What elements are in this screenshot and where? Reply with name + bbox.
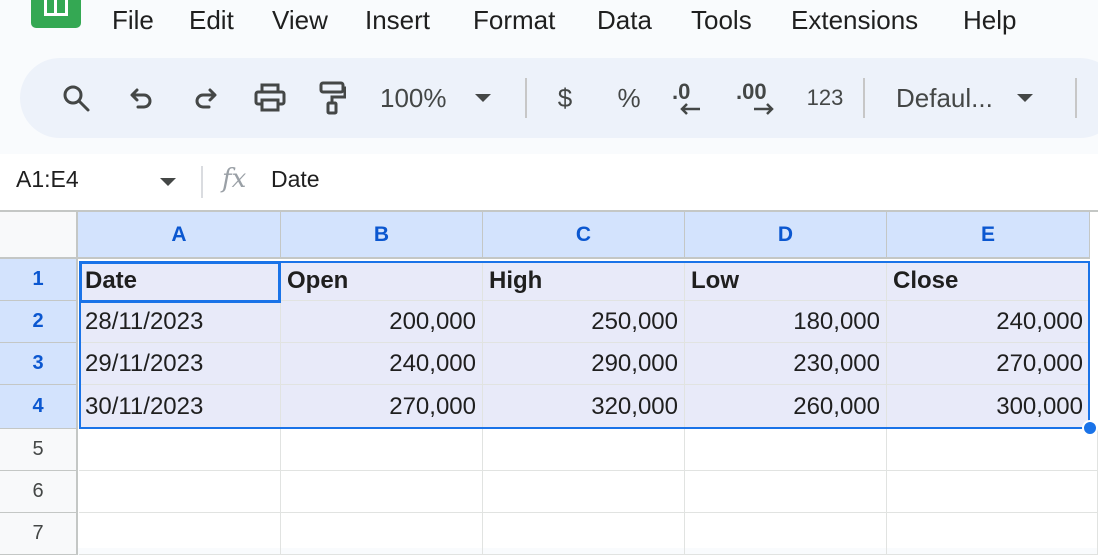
row-header-1[interactable]: 1: [0, 259, 78, 301]
cell-d2[interactable]: 180,000: [685, 301, 887, 343]
sheet-grid: A B C D E 1 2 3 4 5 6 7 Date Open High L…: [0, 210, 1098, 555]
cell-c4[interactable]: 320,000: [483, 385, 685, 429]
cell-e1[interactable]: Close: [887, 261, 1090, 301]
toolbar-divider: [1075, 78, 1077, 118]
column-header-c[interactable]: C: [483, 212, 685, 259]
cell-b5[interactable]: [281, 429, 483, 471]
cell-a5[interactable]: [79, 429, 281, 471]
column-header-d[interactable]: D: [685, 212, 887, 259]
decrease-decimal-button[interactable]: .0: [672, 78, 712, 118]
menu-insert[interactable]: Insert: [365, 4, 430, 36]
cell-b1[interactable]: Open: [281, 261, 483, 301]
formula-input[interactable]: Date: [271, 166, 320, 193]
menu-edit[interactable]: Edit: [189, 4, 234, 36]
chevron-down-icon: [1016, 94, 1033, 102]
increase-decimal-button[interactable]: .00: [736, 78, 782, 118]
percent-label: %: [617, 82, 641, 113]
cell-a1[interactable]: Date: [79, 261, 281, 301]
row-header-3[interactable]: 3: [0, 343, 78, 385]
cell-c1[interactable]: High: [483, 261, 685, 301]
cell-d3[interactable]: 230,000: [685, 343, 887, 385]
cell-a6[interactable]: [79, 471, 281, 513]
font-select[interactable]: Defaul...: [896, 78, 1056, 118]
cell-b2[interactable]: 200,000: [281, 301, 483, 343]
menu-file[interactable]: File: [112, 4, 154, 36]
cell-d1[interactable]: Low: [685, 261, 887, 301]
cell-a2[interactable]: 28/11/2023: [79, 301, 281, 343]
cell-e4[interactable]: 300,000: [887, 385, 1090, 429]
fill-handle[interactable]: [1082, 420, 1098, 436]
cell-c6[interactable]: [483, 471, 685, 513]
cell-a7[interactable]: [79, 513, 281, 555]
cell-e2[interactable]: 240,000: [887, 301, 1090, 343]
cell-c5[interactable]: [483, 429, 685, 471]
column-header-a[interactable]: A: [78, 212, 281, 259]
cell-d7[interactable]: [685, 513, 887, 555]
fx-icon: fx: [222, 164, 247, 194]
menu-help[interactable]: Help: [963, 4, 1016, 36]
cell-c2[interactable]: 250,000: [483, 301, 685, 343]
increase-decimal-label: .00: [736, 79, 767, 104]
row-header-7[interactable]: 7: [0, 513, 78, 555]
cell-d6[interactable]: [685, 471, 887, 513]
menu-format[interactable]: Format: [473, 4, 555, 36]
sheets-logo-icon[interactable]: [31, 0, 81, 28]
search-icon[interactable]: [56, 78, 96, 118]
name-box[interactable]: A1:E4: [16, 166, 79, 193]
number-format-label: 123: [806, 85, 844, 110]
chevron-down-icon[interactable]: [160, 178, 176, 186]
zoom-value: 100%: [380, 82, 447, 113]
toolbar: 100% $ % .0 .00 123 Defaul...: [20, 58, 1098, 138]
toolbar-divider: [525, 78, 527, 118]
select-all-corner[interactable]: [0, 212, 78, 259]
zoom-select[interactable]: 100%: [380, 78, 510, 118]
cell-a3[interactable]: 29/11/2023: [79, 343, 281, 385]
font-value: Defaul...: [896, 82, 993, 113]
currency-label: $: [557, 82, 573, 113]
cell-c3[interactable]: 290,000: [483, 343, 685, 385]
row-header-6[interactable]: 6: [0, 471, 78, 513]
cell-b3[interactable]: 240,000: [281, 343, 483, 385]
cell-e7[interactable]: [887, 513, 1098, 555]
row-header-5[interactable]: 5: [0, 429, 78, 471]
menu-extensions[interactable]: Extensions: [791, 4, 918, 36]
formula-bar: A1:E4 fx Date: [0, 154, 1098, 210]
cell-d4[interactable]: 260,000: [685, 385, 887, 429]
formula-divider: [201, 166, 203, 198]
toolbar-divider: [863, 78, 865, 118]
menu-tools[interactable]: Tools: [691, 4, 752, 36]
cell-d5[interactable]: [685, 429, 887, 471]
print-icon[interactable]: [250, 78, 290, 118]
arrow-right-icon: [754, 103, 774, 115]
cell-b6[interactable]: [281, 471, 483, 513]
cell-b7[interactable]: [281, 513, 483, 555]
cell-e6[interactable]: [887, 471, 1098, 513]
redo-icon[interactable]: [185, 78, 225, 118]
cell-e5[interactable]: [887, 429, 1098, 471]
chevron-down-icon: [474, 94, 491, 102]
menu-data[interactable]: Data: [597, 4, 652, 36]
row-header-4[interactable]: 4: [0, 385, 78, 429]
cell-e3[interactable]: 270,000: [887, 343, 1090, 385]
undo-icon[interactable]: [122, 78, 162, 118]
paint-format-icon[interactable]: [312, 78, 352, 118]
row-header-2[interactable]: 2: [0, 301, 78, 343]
column-header-e[interactable]: E: [887, 212, 1090, 259]
cell-a4[interactable]: 30/11/2023: [79, 385, 281, 429]
cell-c7[interactable]: [483, 513, 685, 555]
cell-b4[interactable]: 270,000: [281, 385, 483, 429]
currency-format-button[interactable]: $: [550, 78, 580, 118]
decrease-decimal-label: .0: [672, 79, 691, 104]
menu-view[interactable]: View: [272, 4, 328, 36]
percent-format-button[interactable]: %: [614, 78, 644, 118]
column-header-b[interactable]: B: [281, 212, 483, 259]
more-formats-button[interactable]: 123: [802, 78, 848, 118]
arrow-left-icon: [680, 103, 700, 115]
menu-bar: File Edit View Insert Format Data Tools …: [0, 0, 1098, 42]
